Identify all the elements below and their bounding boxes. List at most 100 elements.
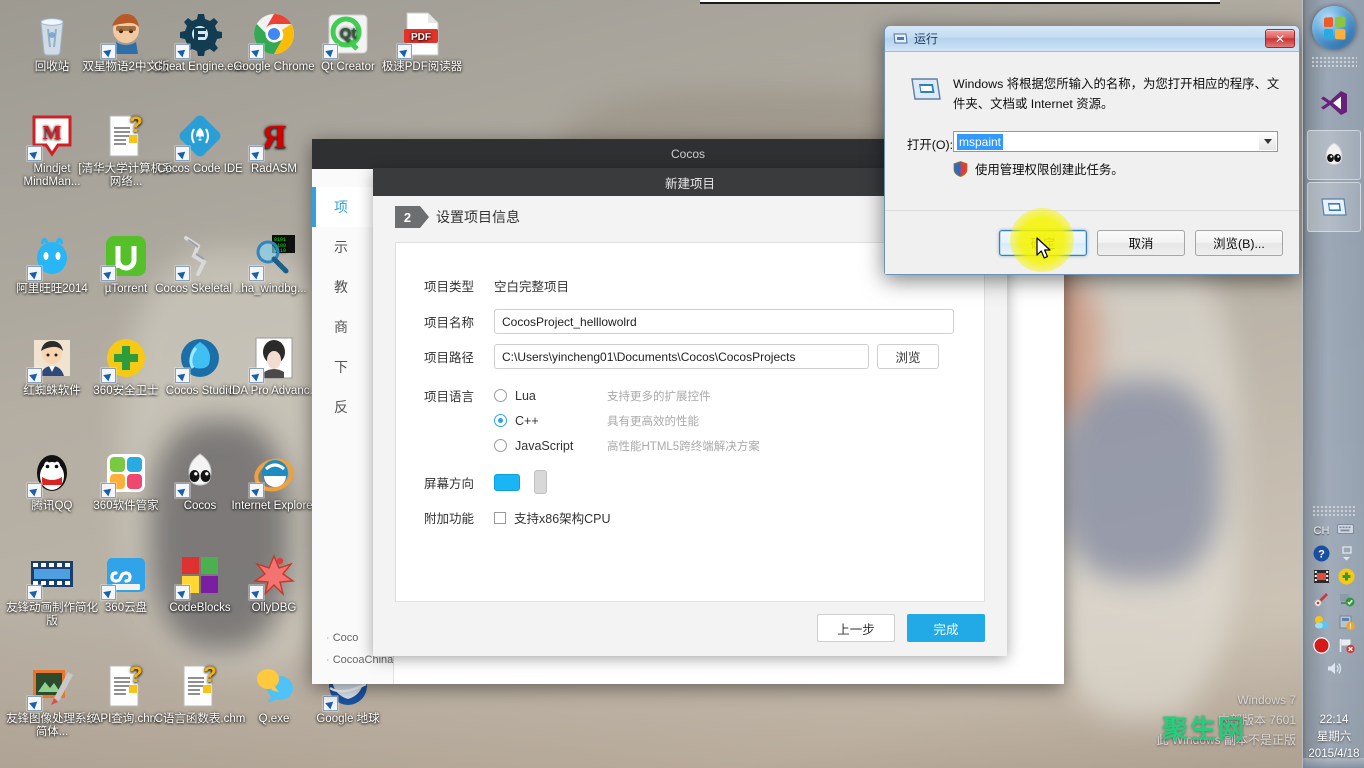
cancel-button[interactable]: 取消 [1097, 230, 1185, 256]
radio-lua-icon[interactable] [494, 389, 507, 402]
run-dialog[interactable]: 运行 ✕ Windows 将根据您所输入的名称，为您打开相应的程序、文件夹、文档… [884, 25, 1300, 275]
radasm-icon: Я [250, 112, 298, 160]
radio-option-cpp[interactable]: C++ 具有更高效的性能 [494, 408, 760, 433]
desktop-icon-ollydbg[interactable]: OllyDBG [226, 551, 322, 615]
field-project-path: 项目路径 C:\Users\yincheng01\Documents\Cocos… [424, 344, 939, 369]
cheat-engine-icon [176, 10, 224, 58]
taskbar-visual-studio-button[interactable] [1307, 78, 1361, 128]
svg-text:?: ? [129, 112, 142, 137]
watermark-line-1: Windows 7 [1036, 690, 1296, 710]
radio-cpp-icon[interactable] [494, 414, 507, 427]
network-secure-icon[interactable] [1338, 591, 1355, 608]
ime-indicator[interactable]: CH [1314, 525, 1330, 537]
animation-maker-icon [28, 551, 76, 599]
qt-creator-icon: Qt [324, 10, 372, 58]
ie-icon [250, 449, 298, 497]
shortcut-arrow-icon [27, 368, 42, 383]
shortcut-arrow-icon [249, 266, 264, 281]
keyboard-icon[interactable] [1337, 522, 1354, 539]
project-path-input[interactable]: C:\Users\yincheng01\Documents\Cocos\Coco… [494, 344, 869, 369]
start-button[interactable] [1312, 6, 1356, 50]
run-program-icon [909, 74, 943, 104]
shortcut-arrow-icon [101, 585, 116, 600]
browse-button[interactable]: 浏览(B)... [1195, 230, 1283, 256]
project-name-input[interactable]: CocosProject_helllowolrd [494, 309, 954, 334]
field-project-language: 项目语言 Lua 支持更多的扩展控件 C++ 具有更高效的性能 JavaS [424, 383, 760, 458]
desktop-icon-ie[interactable]: Internet Explorer [226, 449, 322, 513]
360-cloud-icon [102, 551, 150, 599]
weather-icon[interactable] [1313, 614, 1330, 631]
taskbar-cocos-button[interactable] [1307, 130, 1361, 180]
tray-expand-handle[interactable] [1312, 505, 1356, 517]
taskbar[interactable]: CH ? [1302, 0, 1364, 768]
360-shield-icon[interactable] [1338, 568, 1355, 585]
orientation-landscape-button[interactable] [494, 474, 520, 491]
project-language-label: 项目语言 [424, 383, 494, 458]
flag-alert-icon[interactable] [1338, 637, 1355, 654]
ok-button[interactable]: 确定 [999, 230, 1087, 256]
sidebar-item-label: 下 [334, 357, 348, 377]
run-dialog-buttons: 确定 取消 浏览(B)... [885, 210, 1299, 274]
desktop-icon-ida-pro[interactable]: IDA Pro Advanc... [226, 334, 322, 398]
shortcut-arrow-icon [175, 44, 190, 59]
svg-text:Я: Я [262, 119, 287, 156]
shortcut-arrow-icon [27, 146, 42, 161]
desktop-icon-label: IDA Pro Advanc... [226, 385, 322, 398]
radio-lua-desc: 支持更多的扩展控件 [607, 388, 711, 404]
system-tray[interactable]: CH ? [1303, 522, 1364, 683]
new-project-title-text: 新建项目 [665, 173, 715, 192]
shortcut-arrow-icon [249, 368, 264, 383]
mindjet-icon: M [28, 112, 76, 160]
desktop-icon-pdf-reader[interactable]: PDF极速PDF阅读器 [374, 10, 470, 74]
shortcut-arrow-icon [27, 696, 42, 711]
run-admin-text: 使用管理权限创建此任务。 [975, 160, 1124, 178]
tray-row-2: ? [1303, 545, 1364, 562]
new-project-footer: 上一步 完成 [373, 600, 1007, 656]
desktop-icon-label: OllyDBG [226, 602, 322, 615]
sidebar-item-label: 教 [334, 277, 348, 297]
browse-path-button[interactable]: 浏览 [877, 344, 939, 369]
desktop-icon-windbg[interactable]: 010111000110ha_windbg... [226, 232, 322, 296]
extras-label: 附加功能 [424, 508, 494, 527]
shortcut-arrow-icon [175, 368, 190, 383]
pen-recorder-icon[interactable] [1313, 591, 1330, 608]
close-icon[interactable]: ✕ [1265, 29, 1295, 48]
tray-row-1: CH [1303, 522, 1364, 539]
previous-step-button[interactable]: 上一步 [817, 614, 895, 642]
run-open-input[interactable]: mspaint [953, 131, 1278, 152]
stop-record-icon[interactable] [1313, 637, 1330, 654]
run-dialog-content: Windows 将根据您所输入的名称，为您打开相应的程序、文件夹、文档或 Int… [885, 52, 1299, 212]
qq-icon [28, 449, 76, 497]
x86-cpu-checkbox[interactable] [494, 512, 506, 524]
volume-icon[interactable] [1326, 660, 1343, 677]
radio-option-javascript[interactable]: JavaScript 高性能HTML5跨终端解决方案 [494, 433, 760, 458]
taskbar-run-dialog-button[interactable] [1307, 182, 1361, 232]
taskbar-clock[interactable]: 22:14 星期六 2015/4/18 [1303, 712, 1364, 763]
radio-javascript-icon[interactable] [494, 439, 507, 452]
sidebar-item-label: 项 [334, 197, 348, 217]
chm-help-icon: ? [102, 662, 150, 710]
windows-logo-icon [1324, 16, 1345, 40]
show-hidden-icons-icon[interactable] [1338, 545, 1355, 562]
360-safe-icon [102, 334, 150, 382]
desktop-icon-radasm[interactable]: ЯRadASM [226, 112, 322, 176]
chevron-down-icon[interactable] [1259, 133, 1276, 150]
media-icon[interactable] [1313, 568, 1330, 585]
desktop-icon-label: Google 地球 [300, 713, 396, 726]
x86-cpu-label: 支持x86架构CPU [514, 508, 611, 527]
help-icon[interactable]: ? [1313, 545, 1330, 562]
shortcut-arrow-icon [101, 483, 116, 498]
background-blur-3 [1060, 380, 1220, 580]
radio-option-lua[interactable]: Lua 支持更多的扩展控件 [494, 383, 760, 408]
taskbar-drag-handle[interactable] [1311, 56, 1357, 68]
run-dialog-titlebar[interactable]: 运行 ✕ [885, 26, 1299, 52]
clock-time: 22:14 [1303, 712, 1364, 729]
game-app-icon [102, 10, 150, 58]
cocos-app-icon [1319, 140, 1349, 170]
chrome-icon [250, 10, 298, 58]
orientation-label: 屏幕方向 [424, 473, 494, 492]
show-desktop-button[interactable] [1303, 758, 1364, 768]
backup-alert-icon[interactable]: ! [1338, 614, 1355, 631]
finish-button[interactable]: 完成 [907, 614, 985, 642]
orientation-portrait-button[interactable] [534, 470, 547, 494]
